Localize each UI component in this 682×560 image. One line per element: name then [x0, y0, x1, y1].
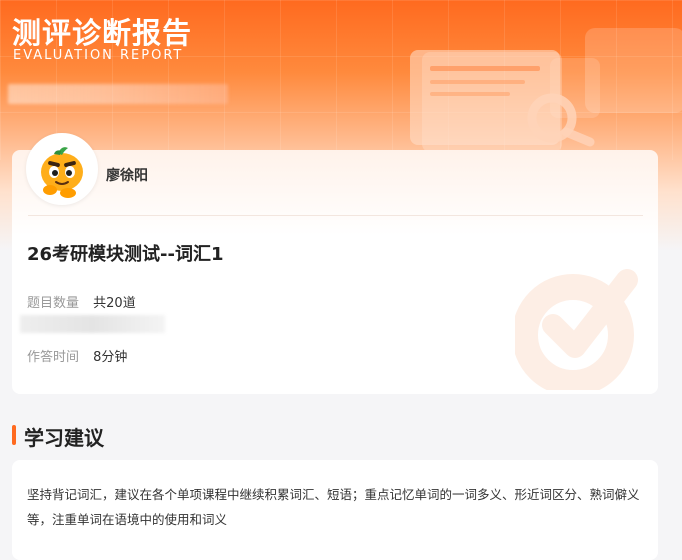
study-advice-text: 坚持背记词汇，建议在各个单项课程中继续积累词汇、短语；重点记忆单词的一词多义、形… [27, 487, 640, 527]
study-advice-card: 坚持背记词汇，建议在各个单项课程中继续积累词汇、短语；重点记忆单词的一词多义、形… [12, 460, 658, 560]
question-count-label: 题目数量 [27, 296, 80, 311]
answer-time-label: 作答时间 [27, 350, 80, 365]
section-title-study-advice: 学习建议 [24, 426, 104, 450]
check-badge-watermark-icon [515, 269, 638, 390]
section-accent-bar [12, 425, 16, 445]
blurred-info-row [20, 315, 165, 333]
answer-time-value: 8分钟 [93, 350, 128, 365]
user-name: 廖徐阳 [106, 168, 148, 184]
page-title: 测评诊断报告 [12, 16, 193, 50]
test-title: 26考研模块测试--词汇1 [27, 244, 224, 265]
answer-time-row: 作答时间 8分钟 [27, 346, 127, 365]
page-subtitle: EVALUATION REPORT [13, 48, 184, 63]
question-count-row: 题目数量 共20道 [27, 292, 136, 311]
card-divider [28, 215, 643, 216]
question-count-value: 共20道 [93, 296, 136, 311]
blurred-text [8, 84, 228, 104]
orange-mascot-icon [28, 135, 96, 203]
document-search-illustration-icon [410, 28, 682, 152]
avatar [26, 133, 98, 205]
